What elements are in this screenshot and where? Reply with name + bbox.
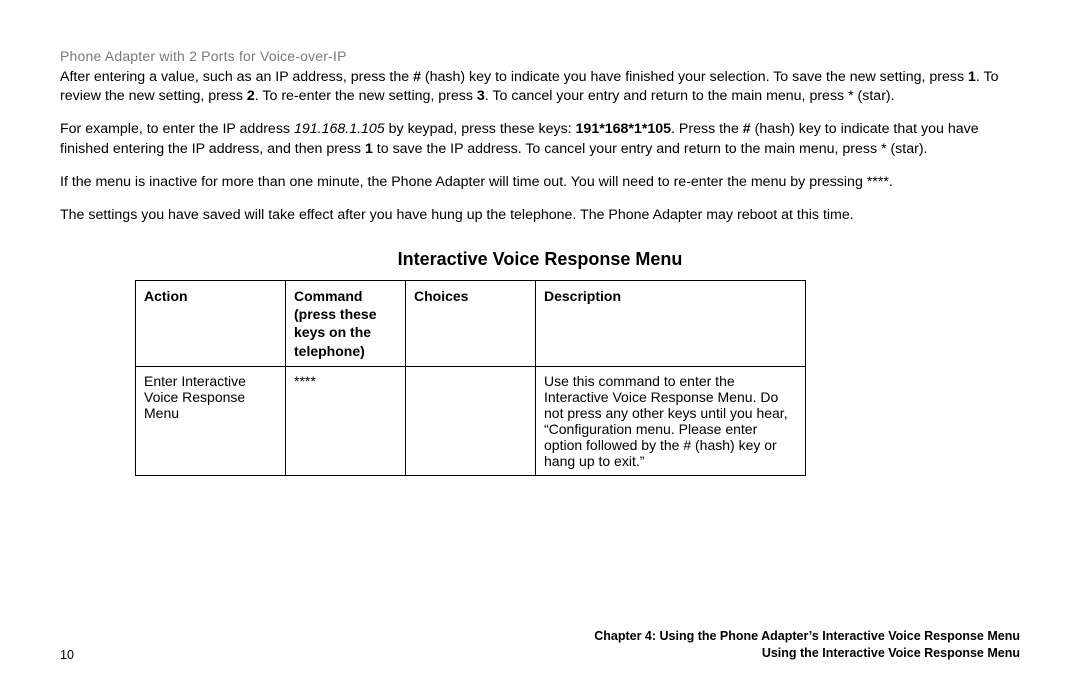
bold-text: 1 [365, 141, 373, 157]
td-command: **** [286, 366, 406, 475]
paragraph-3: If the menu is inactive for more than on… [60, 173, 1020, 192]
document-page: Phone Adapter with 2 Ports for Voice-ove… [0, 0, 1080, 698]
text-span: For example, to enter the IP address [60, 121, 294, 137]
paragraph-4: The settings you have saved will take ef… [60, 206, 1020, 225]
footer-right: Chapter 4: Using the Phone Adapter’s Int… [594, 628, 1020, 662]
text-span: by keypad, press these keys: [385, 121, 576, 137]
bold-text: 1 [968, 69, 976, 85]
text-span: After entering a value, such as an IP ad… [60, 69, 413, 85]
th-action: Action [136, 281, 286, 367]
td-action: Enter Interactive Voice Response Menu [136, 366, 286, 475]
bold-text: 2 [247, 88, 255, 104]
footer-chapter: Chapter 4: Using the Phone Adapter’s Int… [594, 628, 1020, 645]
th-choices: Choices [406, 281, 536, 367]
text-span: . Press the [671, 121, 743, 137]
text-span: . To cancel your entry and return to the… [485, 88, 895, 104]
th-command: Command (press these keys on the telepho… [286, 281, 406, 367]
bold-text: 191*168*1*105 [576, 121, 671, 137]
text-span: . To re-enter the new setting, press [255, 88, 477, 104]
footer-section: Using the Interactive Voice Response Men… [594, 645, 1020, 662]
bold-text: 3 [477, 88, 485, 104]
paragraph-1: After entering a value, such as an IP ad… [60, 68, 1020, 106]
ivr-table: Action Command (press these keys on the … [135, 280, 806, 476]
td-choices [406, 366, 536, 475]
table-row: Enter Interactive Voice Response Menu **… [136, 366, 806, 475]
table-header-row: Action Command (press these keys on the … [136, 281, 806, 367]
italic-text: 191.168.1.105 [294, 121, 385, 137]
bold-text: # [413, 69, 421, 85]
product-title: Phone Adapter with 2 Ports for Voice-ove… [60, 48, 1020, 64]
text-span: to save the IP address. To cancel your e… [373, 141, 928, 157]
paragraph-2: For example, to enter the IP address 191… [60, 120, 1020, 158]
page-footer: 10 Chapter 4: Using the Phone Adapter’s … [60, 628, 1020, 662]
text-span: (hash) key to indicate you have finished… [421, 69, 968, 85]
body-text: After entering a value, such as an IP ad… [60, 68, 1020, 225]
td-description: Use this command to enter the Interactiv… [536, 366, 806, 475]
table-title: Interactive Voice Response Menu [60, 249, 1020, 270]
page-number: 10 [60, 648, 74, 662]
th-description: Description [536, 281, 806, 367]
bold-text: # [743, 121, 751, 137]
